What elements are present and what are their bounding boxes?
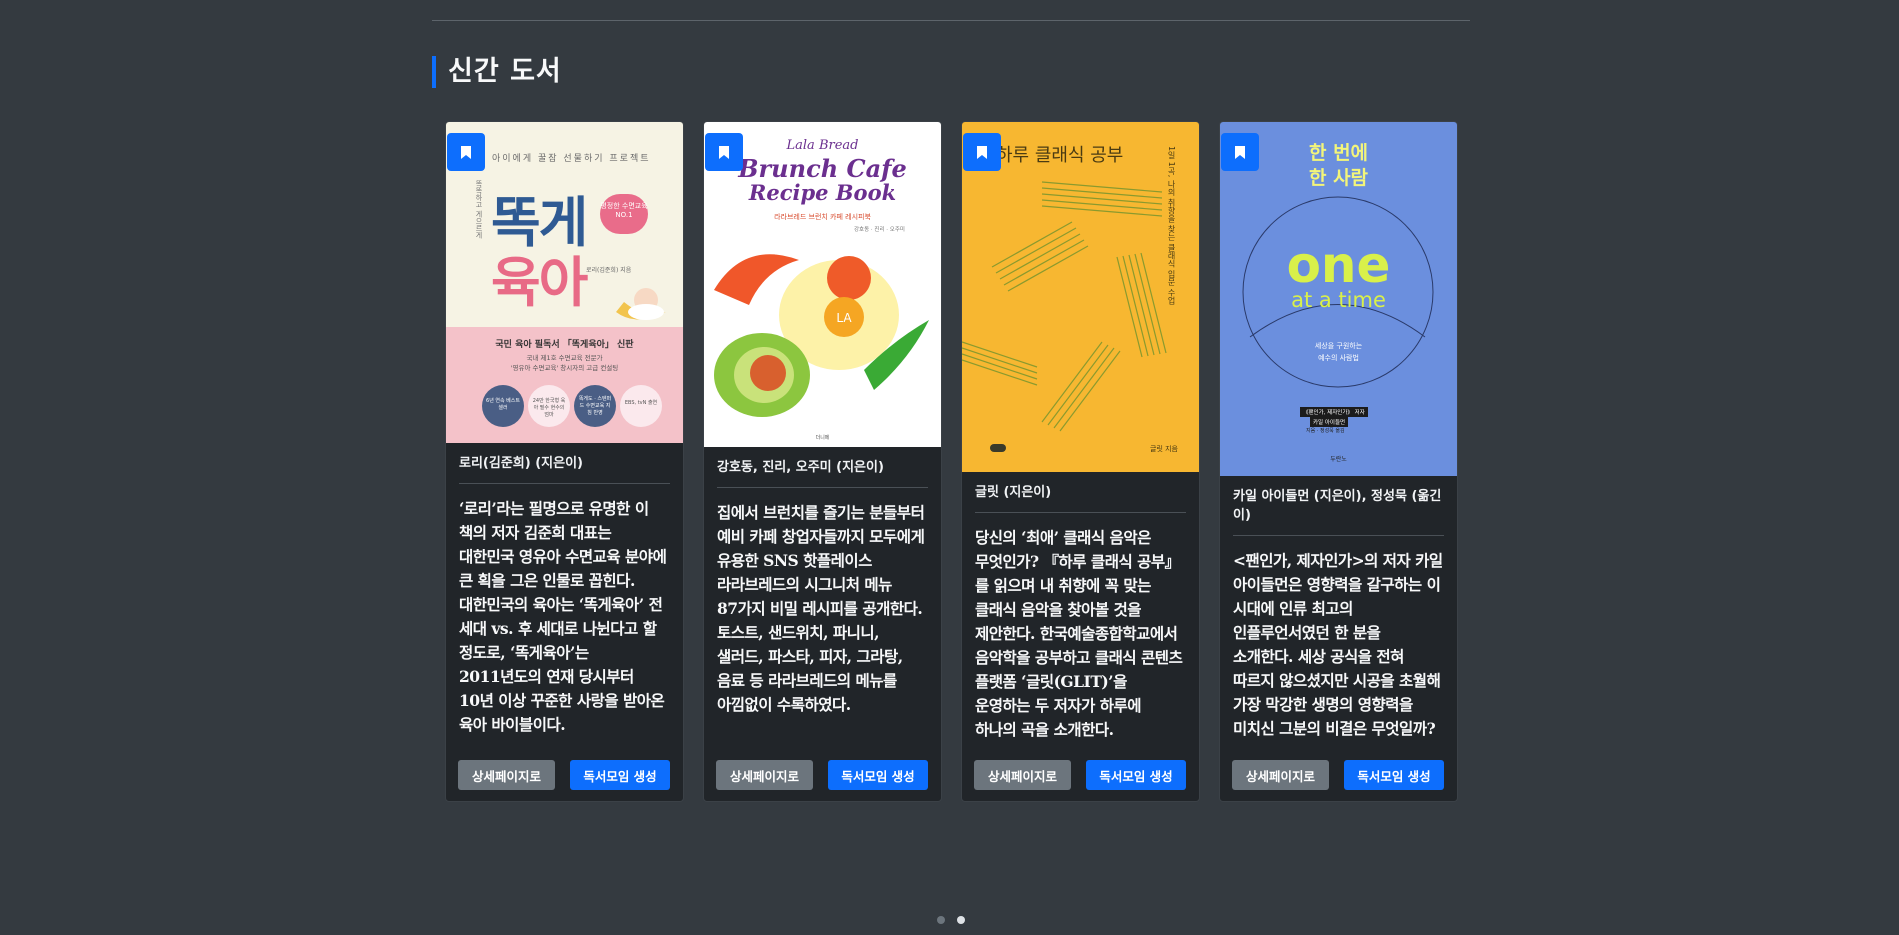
bookmark-button[interactable]	[447, 133, 485, 171]
book-card: 하루 클래식 공부 1일 1곡, 나의 취향을 찾는 클래식 입문 수업 글릿 …	[961, 121, 1200, 802]
top-divider	[432, 20, 1470, 21]
book-author: 글릿 (지은이)	[975, 472, 1186, 513]
book-cover[interactable]: Lala Bread Brunch Cafe Recipe Book 라라브레드…	[704, 122, 941, 447]
sleeping-baby-illustration	[616, 288, 666, 320]
book-card: Lala Bread Brunch Cafe Recipe Book 라라브레드…	[703, 121, 942, 802]
book-cover[interactable]: 하루 클래식 공부 1일 1곡, 나의 취향을 찾는 클래식 입문 수업 글릿 …	[962, 122, 1199, 472]
book-author: 카일 아이들먼 (지은이), 정성묵 (옮긴이)	[1233, 476, 1444, 536]
book-description: <팬인가, 제자인가>의 저자 카일 아이들먼은 영향력을 갈구하는 이 시대에…	[1233, 551, 1443, 738]
book-cover[interactable]: 아이에게 꿀잠 선물하기 프로젝트 똑똑하고 게으르게 똑게 육아 평정한 수면…	[446, 122, 683, 443]
book-description: ‘로리’라는 필명으로 유명한 이 책의 저자 김준희 대표는 대한민국 영유아…	[459, 499, 667, 734]
book-card: 아이에게 꿀잠 선물하기 프로젝트 똑똑하고 게으르게 똑게 육아 평정한 수면…	[445, 121, 684, 802]
bookmark-icon	[461, 145, 471, 159]
bookmark-button[interactable]	[705, 133, 743, 171]
detail-page-button[interactable]: 상세페이지로	[716, 760, 813, 790]
section-title: 신간 도서	[432, 56, 562, 88]
staff-lines-illustration	[962, 181, 1167, 432]
book-description: 집에서 브런치를 즐기는 분들부터 예비 카페 창업자들까지 모두에게 유용한 …	[717, 503, 925, 714]
carousel-dot-1[interactable]	[937, 916, 945, 924]
detail-page-button[interactable]: 상세페이지로	[974, 760, 1071, 790]
book-description: 당신의 ‘최애’ 클래식 음악은 무엇인가? 『하루 클래식 공부』를 읽으며 …	[975, 528, 1183, 739]
detail-page-button[interactable]: 상세페이지로	[1232, 760, 1329, 790]
book-author: 강호동, 진리, 오주미 (지은이)	[717, 447, 928, 488]
svg-text:LA: LA	[836, 311, 852, 325]
publisher-logo	[990, 444, 1006, 452]
bookmark-icon	[977, 145, 987, 159]
create-reading-group-button[interactable]: 독서모임 생성	[570, 760, 670, 790]
detail-page-button[interactable]: 상세페이지로	[458, 760, 555, 790]
create-reading-group-button[interactable]: 독서모임 생성	[1344, 760, 1444, 790]
brunch-illustration: LA	[714, 254, 929, 417]
carousel-pagination	[937, 916, 965, 924]
book-author: 로리(김준희) (지은이)	[459, 443, 670, 484]
book-cover[interactable]: 한 번에 한 사람 one at a time 세상을 구원하는 예수의 사람법…	[1220, 122, 1457, 476]
bookmark-button[interactable]	[963, 133, 1001, 171]
bookmark-button[interactable]	[1221, 133, 1259, 171]
book-card: 한 번에 한 사람 one at a time 세상을 구원하는 예수의 사람법…	[1219, 121, 1458, 802]
create-reading-group-button[interactable]: 독서모임 생성	[828, 760, 928, 790]
carousel-dot-2[interactable]	[957, 916, 965, 924]
bookmark-icon	[1235, 145, 1245, 159]
bookmark-icon	[719, 145, 729, 159]
create-reading-group-button[interactable]: 독서모임 생성	[1086, 760, 1186, 790]
